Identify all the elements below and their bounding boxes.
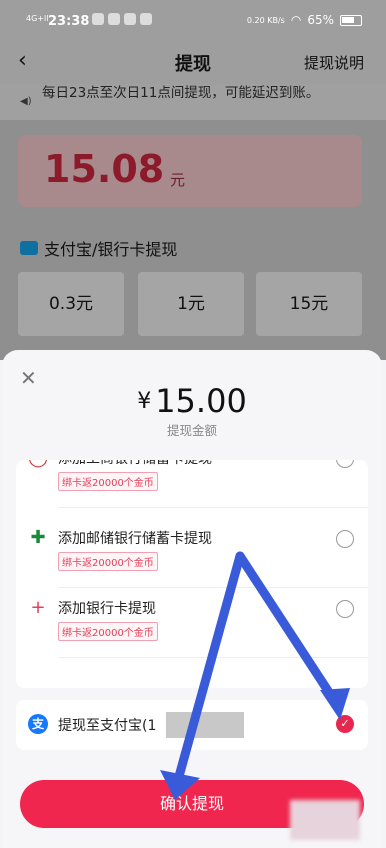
annotation-arrows <box>160 551 350 800</box>
